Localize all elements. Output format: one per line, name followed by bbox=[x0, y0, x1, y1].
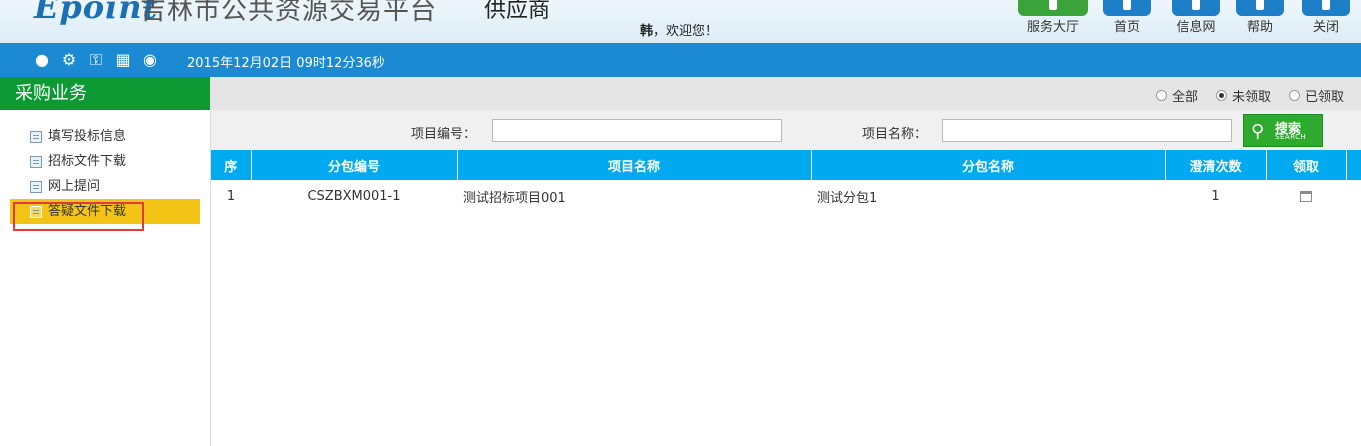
search-bar: 项目编号： 项目名称： ⚲ 搜索 SEARCH bbox=[211, 110, 1361, 150]
key-icon[interactable]: ⚿ bbox=[87, 51, 105, 69]
search-icon: ⚲ bbox=[1251, 121, 1265, 142]
table-header-row: 序 分包编号 项目名称 分包名称 澄清次数 领取 bbox=[211, 150, 1361, 180]
palette-icon[interactable]: ◉ bbox=[141, 51, 159, 69]
column-header-package-name: 分包名称 bbox=[811, 150, 1166, 180]
cell-spacer bbox=[1346, 180, 1361, 212]
cell-package-no: CSZBXM001-1 bbox=[307, 188, 401, 204]
sidebar-item-label: 填写投标信息 bbox=[48, 129, 127, 144]
main-content: 全部 未领取 已领取 项目编号： 项目名称： ⚲ 搜索 SEARCH 序 分包编… bbox=[211, 77, 1361, 446]
column-header-spacer bbox=[1346, 150, 1361, 180]
filter-unclaimed[interactable]: 未领取 bbox=[1215, 86, 1271, 105]
gear-icon[interactable]: ⚙ bbox=[60, 51, 78, 69]
column-header-project-name: 项目名称 bbox=[457, 150, 812, 180]
filter-claimed[interactable]: 已领取 bbox=[1288, 86, 1344, 105]
column-header-claim: 领取 bbox=[1266, 150, 1347, 180]
project-no-input[interactable] bbox=[492, 119, 782, 142]
welcome-text: ，欢迎您！ bbox=[653, 24, 719, 39]
project-no-label: 项目编号： bbox=[411, 127, 477, 142]
cell-project-name: 测试招标项目001 bbox=[463, 190, 566, 206]
claim-icon[interactable] bbox=[1300, 190, 1312, 202]
gift-icon[interactable]: ▦ bbox=[114, 51, 132, 69]
sidebar-item-label: 答疑文件下载 bbox=[48, 204, 127, 219]
search-button-sublabel: SEARCH bbox=[1275, 133, 1307, 141]
radio-icon bbox=[1155, 90, 1167, 101]
sidebar-item-label: 招标文件下载 bbox=[48, 154, 127, 169]
sidebar-item-fill-bid-info[interactable]: 填写投标信息 bbox=[10, 124, 200, 149]
nav-help-label: 帮助 bbox=[1246, 20, 1273, 35]
nav-info-net-label: 信息网 bbox=[1176, 20, 1216, 35]
document-icon bbox=[30, 131, 42, 143]
sidebar-item-online-question[interactable]: 网上提问 bbox=[10, 174, 200, 199]
power-icon bbox=[1302, 0, 1350, 16]
sidebar: 采购业务 填写投标信息 招标文件下载 网上提问 答疑文件下载 bbox=[0, 77, 211, 446]
header: Epoint 吉林市公共资源交易平台 供应商 韩，欢迎您！ 服务大厅 首页 信息… bbox=[0, 0, 1361, 43]
sidebar-title: 采购业务 bbox=[0, 77, 210, 110]
sidebar-menu: 填写投标信息 招标文件下载 网上提问 答疑文件下载 bbox=[0, 110, 210, 224]
filter-bar: 全部 未领取 已领取 bbox=[211, 77, 1361, 110]
document-icon bbox=[30, 206, 42, 218]
radio-checked-icon bbox=[1215, 90, 1227, 101]
service-hall-icon bbox=[1018, 0, 1088, 16]
user-name: 韩 bbox=[640, 24, 654, 39]
message-icon[interactable]: ● bbox=[33, 51, 51, 69]
cell-claim bbox=[1266, 180, 1346, 212]
cell-seq: 1 bbox=[226, 188, 236, 204]
nav-info-net[interactable]: 信息网 bbox=[1164, 0, 1228, 43]
clarification-table: 序 分包编号 项目名称 分包名称 澄清次数 领取 1 CSZBXM001-1 测… bbox=[211, 150, 1361, 212]
sidebar-item-tender-download[interactable]: 招标文件下载 bbox=[10, 149, 200, 174]
sidebar-item-label: 网上提问 bbox=[48, 179, 101, 194]
toolbar-icons: ● ⚙ ⚿ ▦ ◉ bbox=[33, 51, 159, 69]
column-header-package-no: 分包编号 bbox=[251, 150, 458, 180]
toolbar: ● ⚙ ⚿ ▦ ◉ 2015年12月02日 09时12分36秒 bbox=[0, 43, 1361, 77]
project-name-label: 项目名称： bbox=[862, 127, 928, 142]
current-datetime: 2015年12月02日 09时12分36秒 bbox=[187, 56, 385, 71]
nav-home-label: 首页 bbox=[1113, 20, 1140, 35]
table-row: 1 CSZBXM001-1 测试招标项目001 测试分包1 1 bbox=[211, 180, 1361, 212]
nav-close-label: 关闭 bbox=[1312, 20, 1339, 35]
welcome-message: 韩，欢迎您！ bbox=[640, 20, 718, 39]
radio-icon bbox=[1288, 90, 1300, 101]
project-name-input[interactable] bbox=[942, 119, 1232, 142]
nav-service-hall[interactable]: 服务大厅 bbox=[1016, 0, 1090, 43]
column-header-clarify-count: 澄清次数 bbox=[1165, 150, 1267, 180]
document-icon bbox=[30, 156, 42, 168]
sidebar-item-clarification-download[interactable]: 答疑文件下载 bbox=[10, 199, 200, 224]
filter-claimed-label: 已领取 bbox=[1304, 90, 1344, 105]
nav-close[interactable]: 关闭 bbox=[1292, 0, 1360, 43]
home-icon bbox=[1103, 0, 1151, 16]
info-net-icon bbox=[1172, 0, 1220, 16]
help-icon bbox=[1236, 0, 1284, 16]
column-header-seq: 序 bbox=[211, 150, 252, 180]
document-icon bbox=[30, 181, 42, 193]
nav-service-hall-label: 服务大厅 bbox=[1026, 20, 1079, 35]
top-nav: 服务大厅 首页 信息网 帮助 关闭 bbox=[1016, 0, 1360, 43]
filter-unclaimed-label: 未领取 bbox=[1231, 90, 1271, 105]
nav-help[interactable]: 帮助 bbox=[1228, 0, 1292, 43]
search-button[interactable]: ⚲ 搜索 SEARCH bbox=[1243, 114, 1323, 147]
role-title: 供应商 bbox=[484, 0, 551, 23]
filter-all[interactable]: 全部 bbox=[1155, 86, 1198, 105]
filter-all-label: 全部 bbox=[1171, 90, 1198, 105]
cell-package-name: 测试分包1 bbox=[817, 190, 878, 206]
nav-home[interactable]: 首页 bbox=[1090, 0, 1164, 43]
claim-filter: 全部 未领取 已领取 bbox=[1155, 86, 1344, 105]
cell-clarify-count: 1 bbox=[1211, 188, 1220, 204]
site-title: 吉林市公共资源交易平台 bbox=[140, 0, 438, 26]
